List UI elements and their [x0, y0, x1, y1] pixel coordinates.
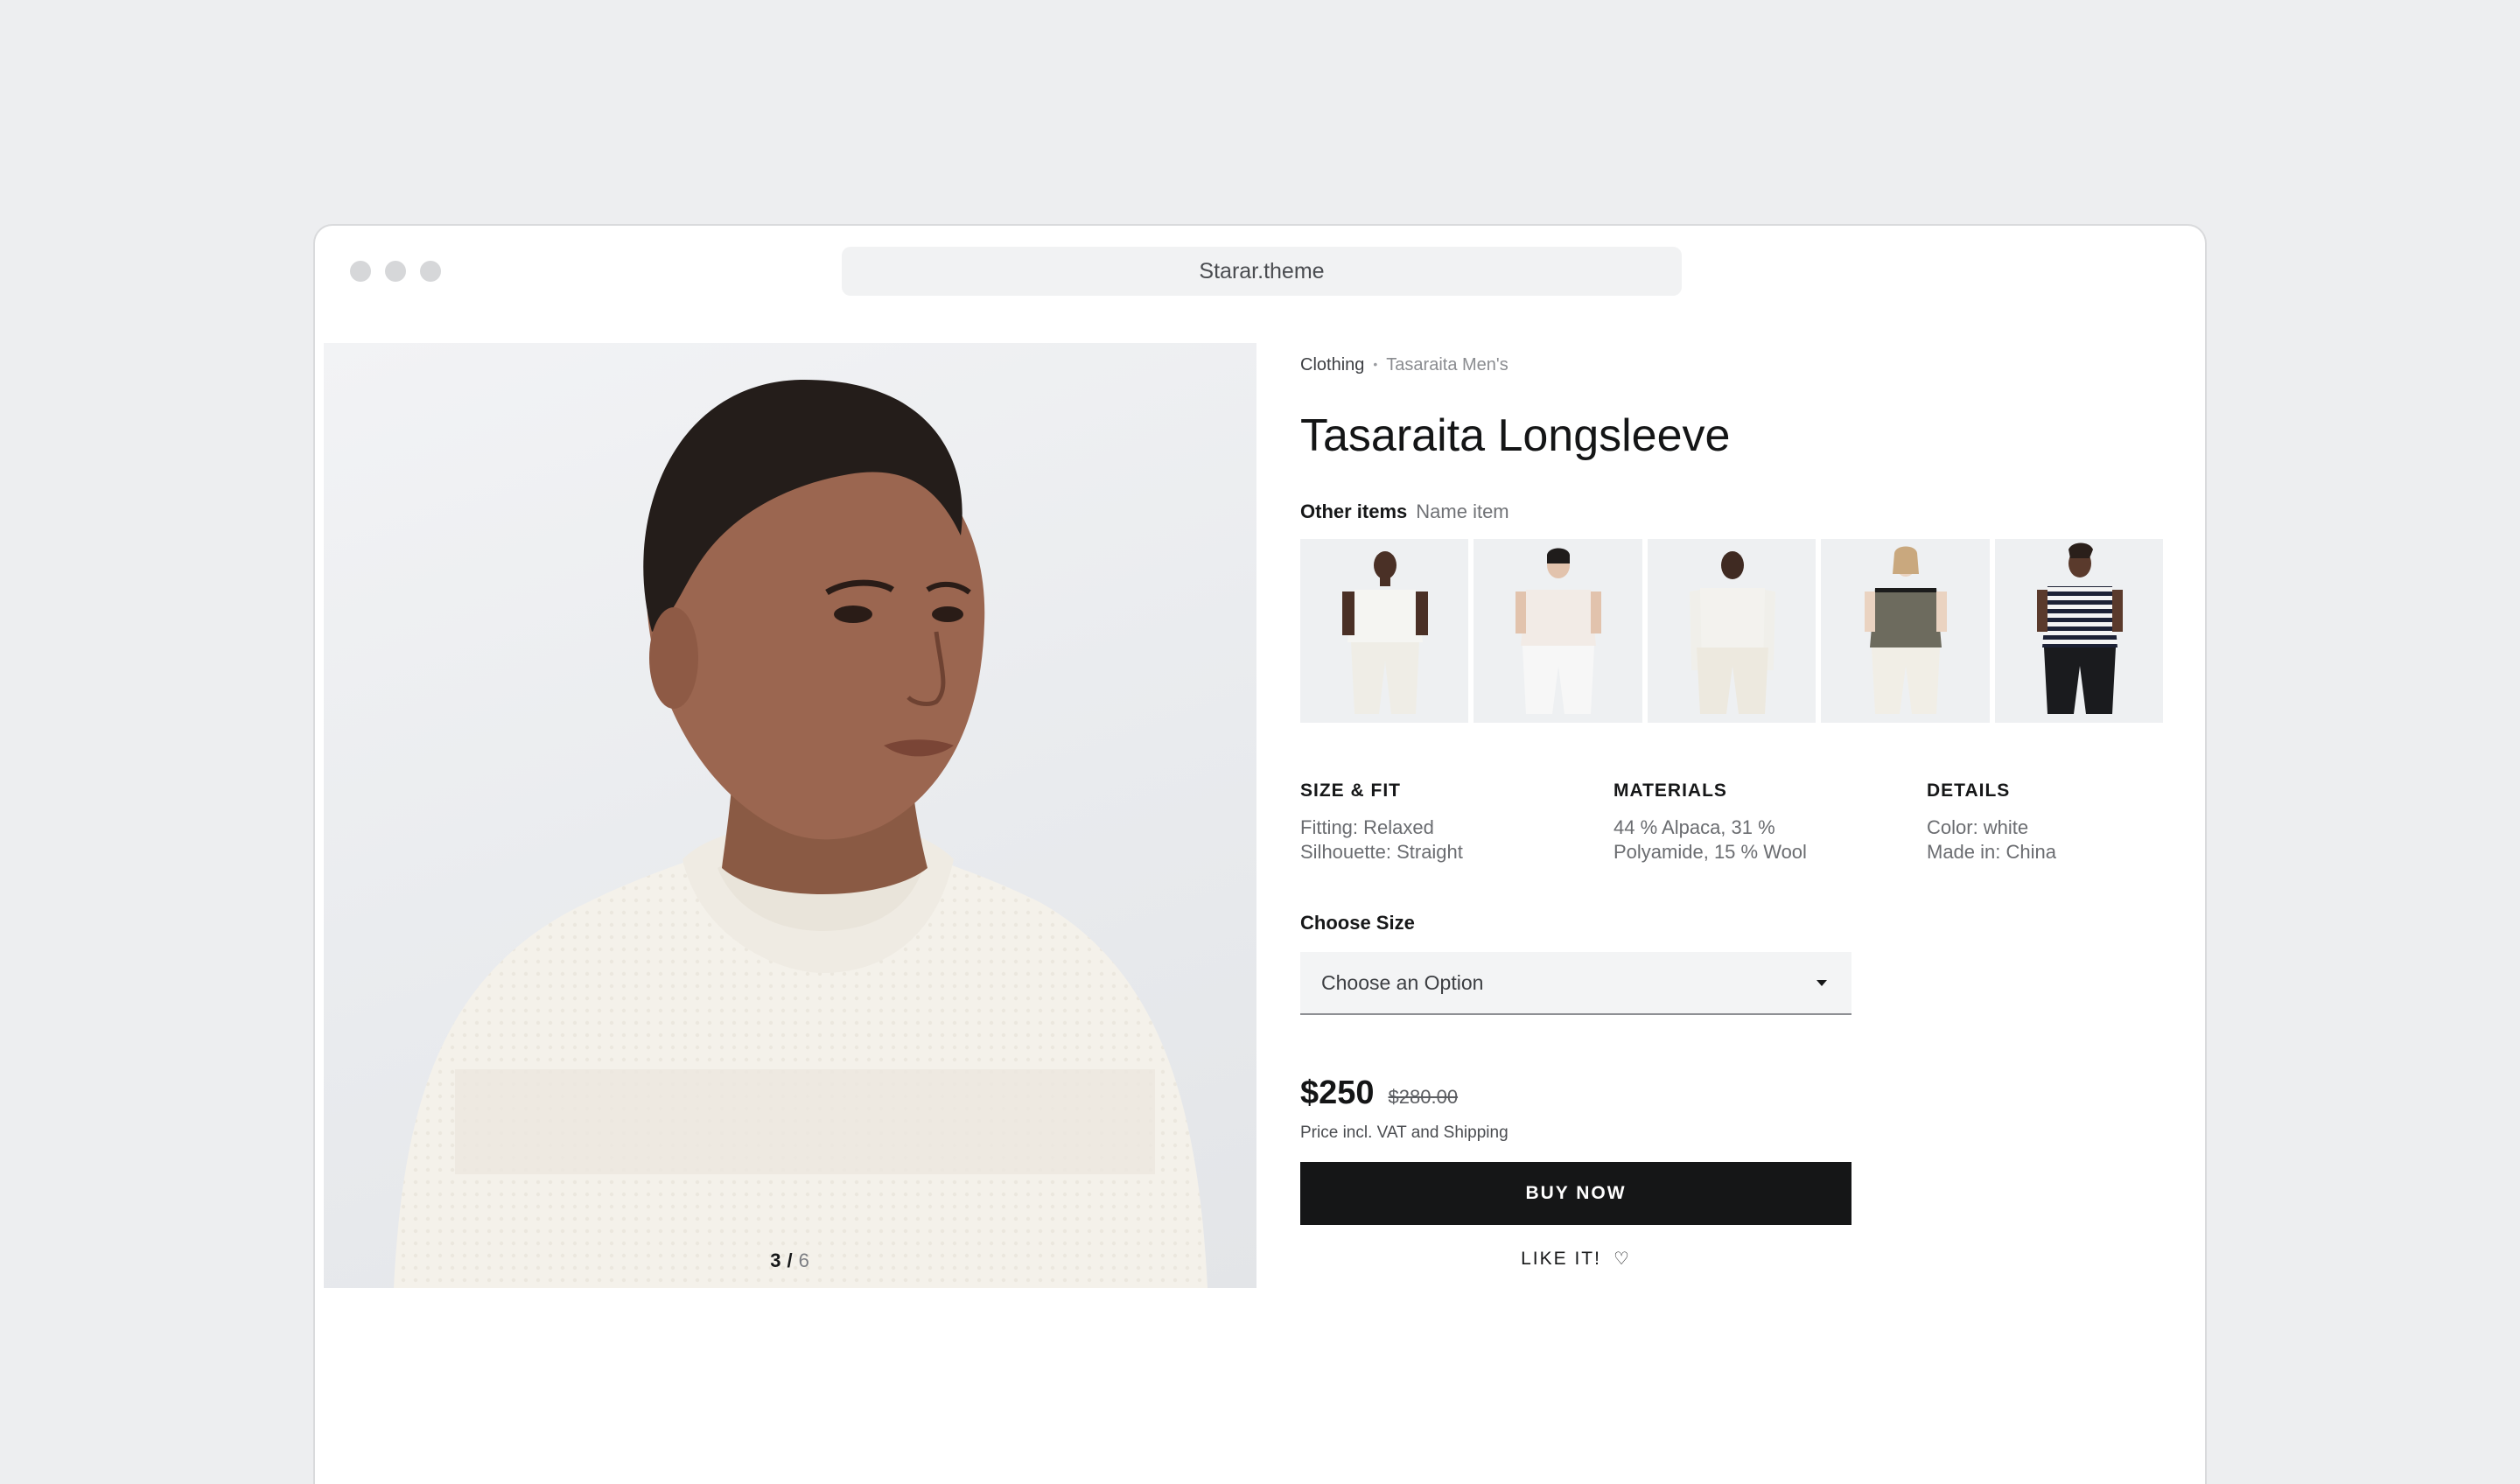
spec-heading: MATERIALS [1614, 780, 1727, 801]
address-bar[interactable]: Starar.theme [842, 247, 1682, 296]
thumbnail-white-longsleeve[interactable] [1647, 539, 1816, 723]
caret-down-icon [1816, 980, 1827, 986]
spec-materials: MATERIALS 44 % Alpaca, 31 % Polyamide, 1… [1614, 780, 1876, 864]
spec-heading: DETAILS [1927, 780, 2011, 801]
like-label: LIKE IT! [1521, 1249, 1601, 1269]
spec-heading: SIZE & FIT [1300, 780, 1401, 801]
spec-line: Polyamide, 15 % Wool [1614, 841, 1807, 863]
spec-line: Fitting: Relaxed [1300, 816, 1434, 838]
thumbnail-white-tee[interactable] [1300, 539, 1469, 723]
window-close-dot[interactable] [350, 261, 371, 282]
spec-line: Color: white [1927, 816, 2029, 838]
size-select-value: Choose an Option [1321, 970, 1484, 994]
old-price: $280.00 [1388, 1086, 1459, 1108]
window-minimize-dot[interactable] [385, 261, 406, 282]
like-button[interactable]: LIKE IT! ♡ [1300, 1248, 1852, 1270]
gallery-total: 6 [798, 1250, 810, 1271]
spec-line: 44 % Alpaca, 31 % [1614, 816, 1775, 838]
breadcrumb-separator: • [1373, 357, 1378, 371]
price-block: $250 $280.00 [1300, 1074, 1458, 1112]
gallery-separator: / [787, 1250, 794, 1271]
product-hero-image[interactable]: 3/6 [324, 343, 1256, 1288]
grey-ringer-tee-model-image [1865, 546, 1948, 714]
breadcrumb-item-clothing[interactable]: Clothing [1300, 355, 1364, 374]
heart-icon: ♡ [1613, 1250, 1631, 1269]
breadcrumb: Clothing • Tasaraita Men's [1300, 355, 1508, 375]
size-select[interactable]: Choose an Option [1300, 952, 1852, 1015]
model-photo-illustration [394, 379, 1208, 1288]
product-title: Tasaraita Longsleeve [1300, 410, 1731, 461]
gallery-counter: 3/6 [324, 1250, 1256, 1272]
thumbnail-cream-tee[interactable] [1474, 539, 1642, 723]
window-maximize-dot[interactable] [420, 261, 441, 282]
breadcrumb-item-current[interactable]: Tasaraita Men's [1386, 355, 1508, 374]
striped-tee-model-image [2036, 542, 2123, 714]
buy-now-button[interactable]: BUY NOW [1300, 1162, 1852, 1225]
thumbnail-striped-tee[interactable] [1994, 539, 2164, 723]
white-longsleeve-model-image [1689, 551, 1775, 714]
white-tee-model-image [1342, 551, 1428, 714]
current-price: $250 [1300, 1074, 1375, 1111]
spec-line: Silhouette: Straight [1300, 841, 1463, 863]
spec-line: Made in: China [1927, 841, 2056, 863]
spec-details: DETAILS Color: white Made in: China [1927, 780, 2189, 864]
other-items-name: Name item [1416, 500, 1509, 522]
other-items-row: Other items Name item [1300, 500, 1509, 523]
browser-window: Starar.theme 3 / 6 Clothing • Tasaraita … [313, 224, 2207, 1484]
choose-size-label: Choose Size [1300, 912, 1415, 934]
other-items-thumbnails [1300, 539, 2164, 723]
price-note: Price incl. VAT and Shipping [1300, 1124, 1508, 1142]
gallery-current: 3 [770, 1250, 782, 1271]
spec-size-fit: SIZE & FIT Fitting: Relaxed Silhouette: … [1300, 780, 1563, 864]
thumbnail-ringer-tee[interactable] [1821, 539, 1990, 723]
cream-tee-model-image [1516, 548, 1602, 714]
other-items-label: Other items [1300, 500, 1408, 522]
